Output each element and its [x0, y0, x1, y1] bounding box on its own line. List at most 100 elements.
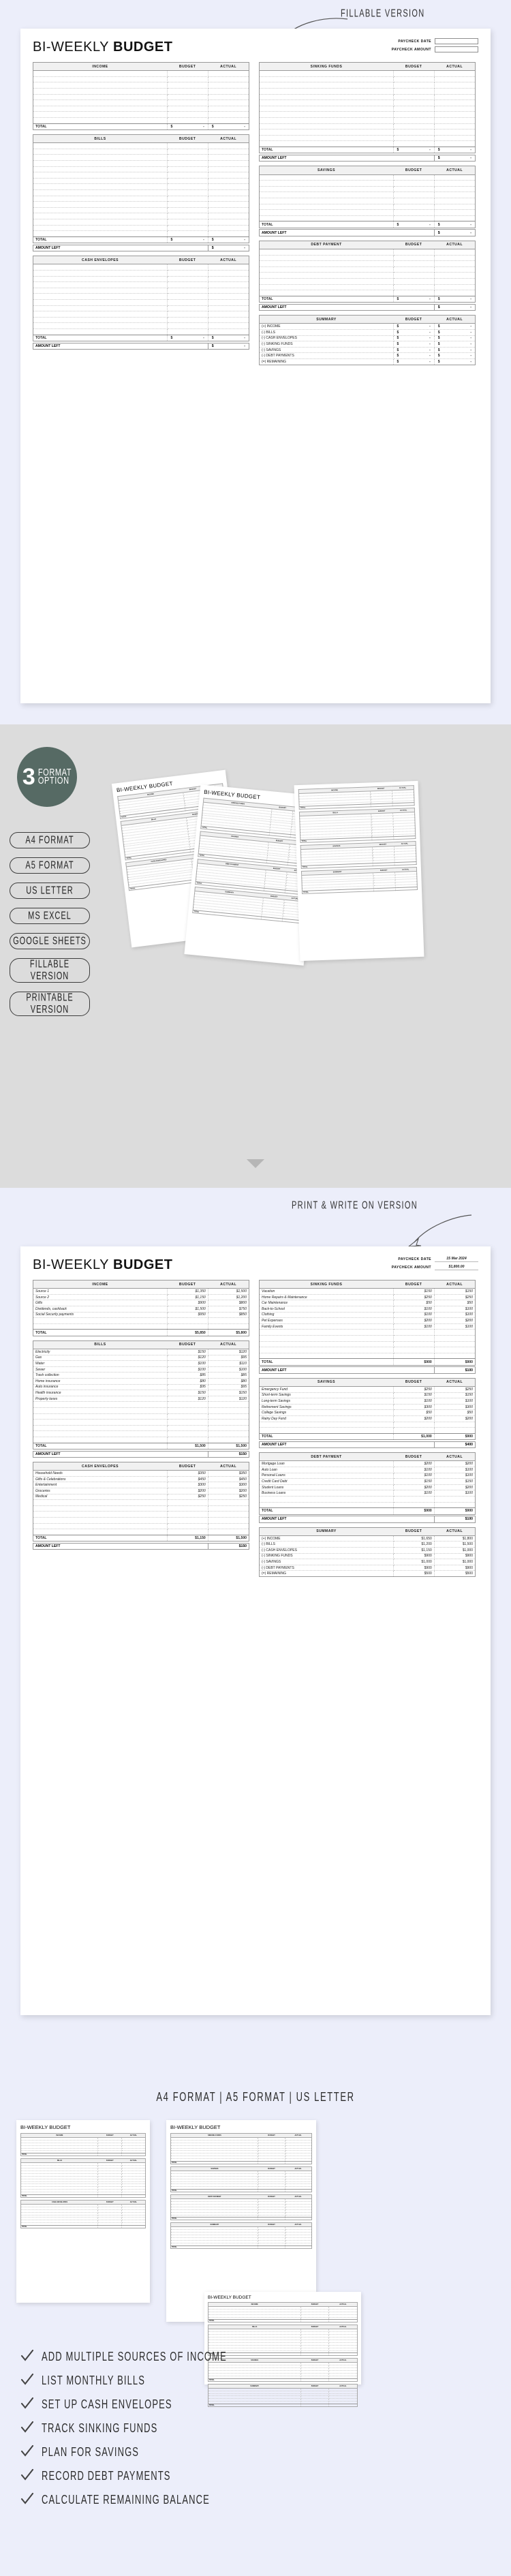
table-row[interactable] [33, 1425, 249, 1432]
table-row[interactable] [259, 117, 476, 124]
format-option-printable-version[interactable]: PRINTABLE VERSION [10, 992, 90, 1016]
table-row[interactable]: Credit Card Debt $150 $150 [259, 1478, 476, 1485]
format-option-fillable-version[interactable]: FILLABLE VERSION [10, 958, 90, 983]
table-row[interactable] [33, 1499, 249, 1506]
table-row[interactable] [259, 272, 476, 279]
table-row[interactable]: Student Loans $200 $200 [259, 1484, 476, 1491]
format-option-us-letter[interactable]: US LETTER [10, 883, 90, 899]
table-row[interactable]: Entertainment $300 $300 [33, 1482, 249, 1488]
table-row[interactable]: Source 1 $1,350 $1,500 [33, 1288, 249, 1295]
table-row[interactable] [33, 264, 249, 271]
table-row[interactable] [33, 322, 249, 329]
table-row[interactable]: Car Maintenance $50 $50 [259, 1300, 476, 1306]
table-row[interactable] [259, 88, 476, 95]
table-row[interactable] [259, 99, 476, 106]
table-row[interactable] [259, 174, 476, 181]
table-row[interactable] [33, 201, 249, 208]
table-row[interactable] [259, 123, 476, 130]
table-row[interactable] [33, 99, 249, 106]
table-row[interactable] [259, 266, 476, 273]
table-row[interactable] [33, 117, 249, 124]
table-row[interactable] [259, 215, 476, 222]
table-row[interactable] [259, 1329, 476, 1336]
table-row[interactable]: Auto Loan $100 $100 [259, 1467, 476, 1473]
table-row[interactable] [33, 1437, 249, 1443]
table-row[interactable] [259, 70, 476, 77]
table-row[interactable] [33, 1523, 249, 1530]
table-row[interactable] [33, 94, 249, 101]
table-row[interactable] [33, 276, 249, 283]
table-row[interactable] [33, 76, 249, 83]
table-row[interactable] [33, 106, 249, 112]
table-row[interactable] [33, 1317, 249, 1324]
table-row[interactable]: Health insurance $150 $150 [33, 1390, 249, 1396]
format-option-google-sheets[interactable]: GOOGLE SHEETS [10, 933, 90, 949]
format-option-a5-format[interactable]: A5 FORMAT [10, 857, 90, 874]
table-row[interactable] [33, 281, 249, 288]
table-row[interactable] [33, 1419, 249, 1426]
table-row[interactable] [259, 129, 476, 136]
table-row[interactable] [33, 311, 249, 318]
table-row[interactable]: Groceries $200 $200 [33, 1488, 249, 1494]
table-row[interactable] [259, 284, 476, 291]
table-row[interactable] [259, 111, 476, 118]
table-row[interactable]: College Savings $50 $50 [259, 1409, 476, 1416]
table-row[interactable]: Household Needs $350 $350 [33, 1470, 249, 1477]
table-row[interactable] [33, 111, 249, 118]
table-row[interactable] [33, 1407, 249, 1414]
table-row[interactable] [259, 191, 476, 198]
table-row[interactable]: Personal Loans $100 $100 [259, 1473, 476, 1479]
table-row[interactable] [259, 209, 476, 216]
table-row[interactable] [33, 1517, 249, 1524]
table-row[interactable] [259, 1335, 476, 1342]
table-row[interactable]: Back-to-School $100 $100 [259, 1306, 476, 1313]
table-row[interactable] [33, 1413, 249, 1420]
table-row[interactable] [33, 189, 249, 196]
table-row[interactable] [33, 142, 249, 149]
table-row[interactable]: Retirement Savings $300 $300 [259, 1404, 476, 1411]
table-row[interactable] [33, 317, 249, 324]
table-row[interactable] [259, 140, 476, 147]
table-row[interactable]: Rainy Day Fund $200 $200 [259, 1415, 476, 1422]
table-row[interactable]: Dividends, cashback $1,500 $750 [33, 1306, 249, 1313]
format-option-ms-excel[interactable]: MS EXCEL [10, 908, 90, 924]
table-row[interactable] [33, 1323, 249, 1330]
table-row[interactable] [33, 207, 249, 214]
table-row[interactable] [33, 172, 249, 179]
table-row[interactable] [33, 183, 249, 190]
table-row[interactable] [33, 225, 249, 232]
table-row[interactable] [259, 1422, 476, 1428]
table-row[interactable] [259, 1341, 476, 1348]
table-row[interactable]: Trash collection $85 $85 [33, 1372, 249, 1379]
table-row[interactable] [259, 1347, 476, 1353]
table-row[interactable] [259, 249, 476, 256]
table-row[interactable] [33, 288, 249, 294]
table-row[interactable] [33, 219, 249, 226]
table-row[interactable] [33, 1511, 249, 1518]
table-row[interactable] [259, 290, 476, 296]
table-row[interactable] [259, 1427, 476, 1434]
table-row[interactable] [259, 135, 476, 142]
table-row[interactable]: Mortgage Loan $200 $200 [259, 1460, 476, 1468]
table-row[interactable] [259, 255, 476, 262]
format-option-a4-format[interactable]: A4 FORMAT [10, 832, 90, 848]
table-row[interactable] [259, 1353, 476, 1360]
table-row[interactable]: Source 2 $1,150 $1,200 [33, 1294, 249, 1301]
table-row[interactable]: Long-term Savings $100 $100 [259, 1398, 476, 1405]
table-row[interactable] [33, 1401, 249, 1408]
table-row[interactable]: Gas $120 $95 [33, 1355, 249, 1362]
table-row[interactable] [33, 328, 249, 335]
table-row[interactable] [259, 1496, 476, 1503]
table-row[interactable] [259, 1502, 476, 1509]
table-row[interactable] [259, 260, 476, 267]
table-row[interactable] [33, 293, 249, 300]
table-row[interactable] [33, 1529, 249, 1535]
table-row[interactable] [33, 178, 249, 185]
table-row[interactable]: Sewer $100 $100 [33, 1366, 249, 1373]
table-row[interactable] [33, 82, 249, 89]
table-row[interactable]: Water $100 $110 [33, 1360, 249, 1367]
table-row[interactable]: Medical $250 $250 [33, 1494, 249, 1501]
table-row[interactable]: Vacation $150 $150 [259, 1288, 476, 1295]
table-row[interactable] [33, 160, 249, 167]
table-row[interactable]: Property taxes $120 $120 [33, 1396, 249, 1402]
